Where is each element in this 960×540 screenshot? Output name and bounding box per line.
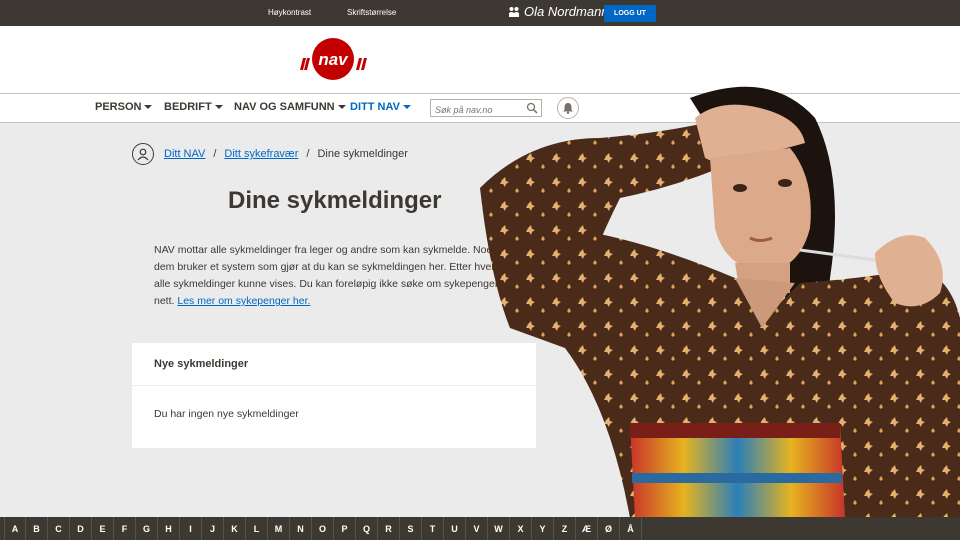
alphabet-index: ABCDEFGHIJKLMNOPQRSTUVWXYZÆØÅ — [0, 517, 960, 540]
alphabet-letter[interactable]: C — [48, 517, 70, 540]
caret-down-icon — [214, 105, 223, 109]
alphabet-letter[interactable]: K — [224, 517, 246, 540]
alphabet-letter[interactable]: H — [158, 517, 180, 540]
alphabet-letter[interactable]: E — [92, 517, 114, 540]
breadcrumb-separator: / — [306, 148, 310, 160]
top-bar: Høykontrast Skriftstørrelse Ola Nordmann… — [0, 0, 960, 26]
breadcrumb: Ditt NAV / Ditt sykefravær / Dine sykmel… — [132, 143, 408, 165]
alphabet-letter[interactable]: V — [466, 517, 488, 540]
font-size-link[interactable]: Skriftstørrelse — [347, 8, 396, 17]
caret-down-icon — [337, 105, 346, 109]
breadcrumb-separator: / — [213, 148, 217, 160]
nav-item-bedrift[interactable]: BEDRIFT — [164, 101, 223, 113]
logout-button[interactable]: LOGG UT — [604, 5, 656, 22]
alphabet-letter[interactable]: I — [180, 517, 202, 540]
nav-logo[interactable]: nav — [300, 36, 370, 84]
user-info: Ola Nordmann — [508, 4, 609, 19]
nav-item-label: PERSON — [95, 101, 142, 113]
alphabet-letter[interactable]: Q — [356, 517, 378, 540]
alphabet-letter[interactable]: Å — [620, 517, 642, 540]
alphabet-letter[interactable]: Ø — [598, 517, 620, 540]
nav-item-label: NAV OG SAMFUNN — [234, 101, 335, 113]
alphabet-letter[interactable]: L — [246, 517, 268, 540]
intro-text: NAV mottar alle sykmeldinger fra leger o… — [154, 242, 514, 310]
alphabet-letter[interactable]: X — [510, 517, 532, 540]
alphabet-letter[interactable]: M — [268, 517, 290, 540]
sykepenger-link[interactable]: Les mer om sykepenger her. — [177, 295, 310, 307]
alphabet-letter[interactable]: P — [334, 517, 356, 540]
nav-item-person[interactable]: PERSON — [95, 101, 153, 113]
nav-item-label: DITT NAV — [350, 101, 400, 113]
alphabet-letter[interactable]: U — [444, 517, 466, 540]
user-icon — [509, 6, 519, 17]
alphabet-letter[interactable]: F — [114, 517, 136, 540]
alphabet-letter[interactable]: T — [422, 517, 444, 540]
alphabet-letter[interactable]: R — [378, 517, 400, 540]
alphabet-letter[interactable]: G — [136, 517, 158, 540]
alphabet-letter[interactable]: Æ — [576, 517, 598, 540]
alphabet-letter[interactable]: B — [26, 517, 48, 540]
breadcrumb-current: Dine sykmeldinger — [317, 148, 408, 160]
page-title: Dine sykmeldinger — [228, 187, 442, 214]
caret-down-icon — [144, 105, 153, 109]
alphabet-letter[interactable]: A — [4, 517, 26, 540]
nav-item-nav-og-samfunn[interactable]: NAV OG SAMFUNN — [234, 101, 346, 113]
alphabet-letter[interactable]: J — [202, 517, 224, 540]
person-icon — [132, 143, 154, 165]
user-name: Ola Nordmann — [524, 4, 609, 19]
alphabet-letter[interactable]: W — [488, 517, 510, 540]
alphabet-letter[interactable]: N — [290, 517, 312, 540]
alphabet-letter[interactable]: O — [312, 517, 334, 540]
woman-with-thermometer-image — [480, 86, 960, 518]
alphabet-letter[interactable]: D — [70, 517, 92, 540]
breadcrumb-ditt-nav[interactable]: Ditt NAV — [164, 148, 205, 160]
alphabet-letter[interactable]: S — [400, 517, 422, 540]
alphabet-letter[interactable]: Z — [554, 517, 576, 540]
breadcrumb-ditt-sykefravaer[interactable]: Ditt sykefravær — [224, 148, 298, 160]
caret-down-icon — [402, 105, 411, 109]
logo-text: nav — [318, 50, 349, 69]
alphabet-letter[interactable]: Y — [532, 517, 554, 540]
nav-item-label: BEDRIFT — [164, 101, 212, 113]
nav-item-ditt-nav[interactable]: DITT NAV — [350, 101, 411, 113]
high-contrast-link[interactable]: Høykontrast — [268, 8, 311, 17]
